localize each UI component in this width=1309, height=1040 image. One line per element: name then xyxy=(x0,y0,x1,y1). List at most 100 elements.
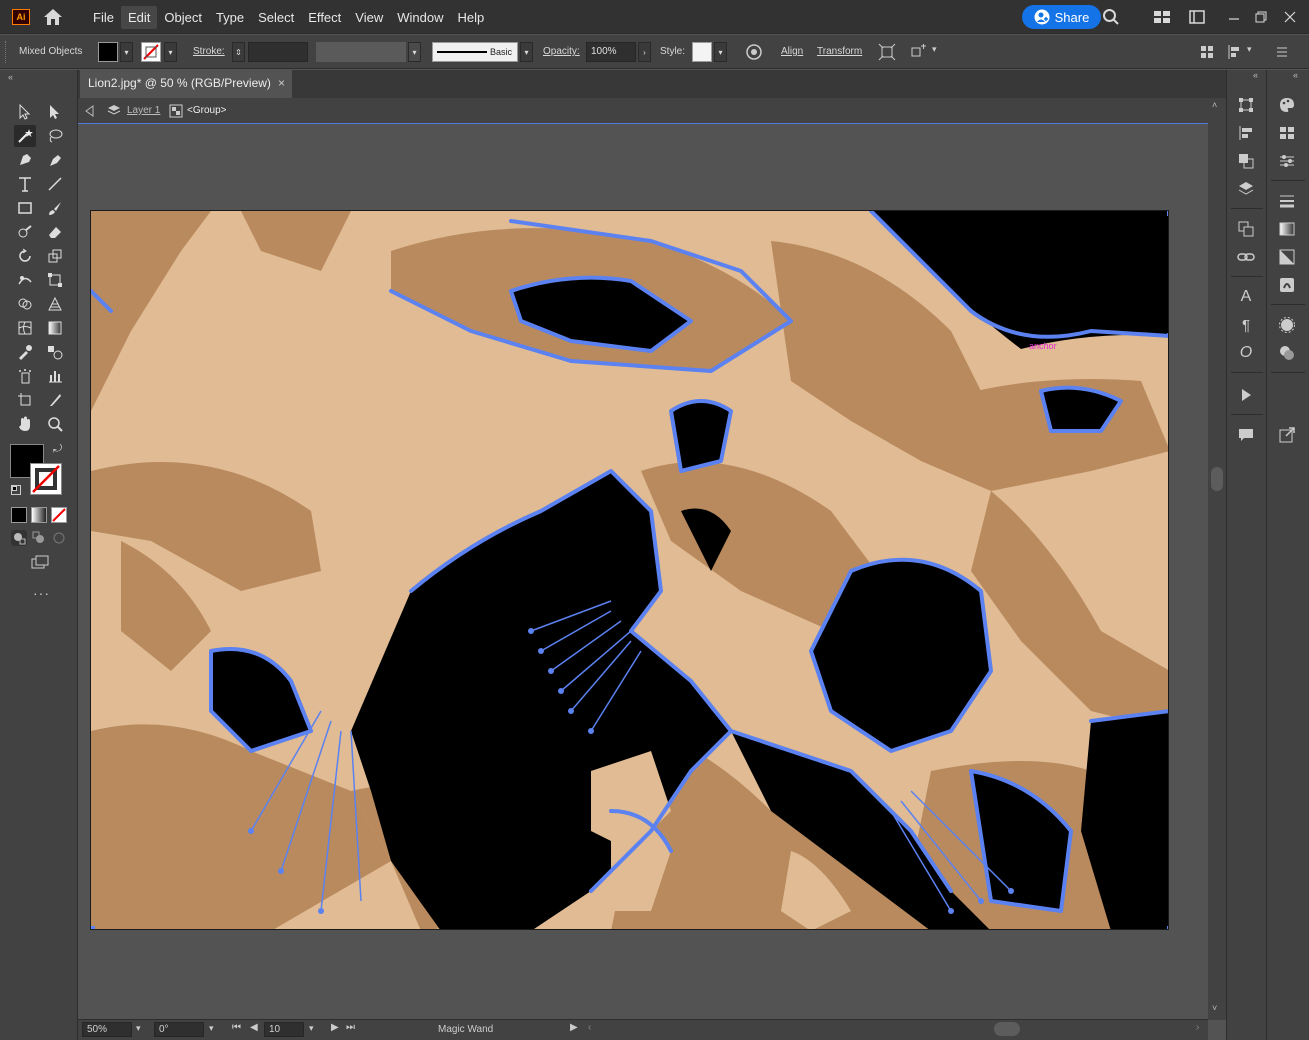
scale-tool-icon[interactable] xyxy=(44,245,66,267)
artboard-dropdown-icon[interactable]: ▾ xyxy=(309,1023,314,1034)
fill-dropdown[interactable]: ▾ xyxy=(120,42,133,62)
workspace-switcher-icon[interactable] xyxy=(1153,8,1171,26)
document-tab[interactable]: Lion2.jpg* @ 50 % (RGB/Preview) xyxy=(80,70,292,98)
panel-menu-icon[interactable] xyxy=(1273,43,1291,61)
puppet-warp-icon[interactable] xyxy=(910,43,928,61)
pathfinder-panel-icon[interactable] xyxy=(1235,150,1257,172)
pen-tool-icon[interactable] xyxy=(14,149,36,171)
perspective-grid-tool-icon[interactable] xyxy=(44,293,66,315)
comments-panel-icon[interactable] xyxy=(1235,424,1257,446)
curvature-tool-icon[interactable] xyxy=(44,149,66,171)
status-menu-icon[interactable]: ▶ xyxy=(570,1022,578,1033)
transform-panel-icon[interactable] xyxy=(1235,94,1257,116)
actions-panel-icon[interactable] xyxy=(1235,384,1257,406)
paragraph-panel-icon[interactable]: ¶ xyxy=(1235,314,1257,336)
gradient-panel-icon[interactable] xyxy=(1276,218,1298,240)
menu-edit[interactable]: Edit xyxy=(120,5,158,29)
layers-panel-icon[interactable] xyxy=(1235,178,1257,200)
color-panel-icon[interactable] xyxy=(1276,94,1298,116)
transparency-panel-icon[interactable] xyxy=(1276,246,1298,268)
rectangle-tool-icon[interactable] xyxy=(14,197,36,219)
restore-icon[interactable] xyxy=(1252,8,1270,26)
rotation-dropdown-icon[interactable]: ▾ xyxy=(209,1023,214,1034)
color-mode-icon[interactable] xyxy=(11,507,27,523)
collapse-toolbar-icon[interactable]: « xyxy=(8,72,13,82)
export-panel-icon[interactable] xyxy=(1276,424,1298,446)
next-artboard-icon[interactable]: ▶ xyxy=(331,1022,339,1033)
distribute-icon[interactable] xyxy=(1226,43,1244,61)
menu-window[interactable]: Window xyxy=(390,6,450,29)
close-window-icon[interactable] xyxy=(1281,8,1299,26)
swatches-panel-icon[interactable] xyxy=(1276,122,1298,144)
zoom-dropdown-icon[interactable]: ▾ xyxy=(136,1023,141,1034)
zoom-tool-icon[interactable] xyxy=(44,413,66,435)
magic-wand-tool-icon[interactable] xyxy=(14,125,36,147)
gradient-tool-icon[interactable] xyxy=(44,317,66,339)
draw-behind-icon[interactable] xyxy=(31,530,47,546)
graphic-styles-panel-icon[interactable] xyxy=(1276,342,1298,364)
image-trace-panel-icon[interactable] xyxy=(1276,274,1298,296)
graphic-style-dropdown[interactable]: ▾ xyxy=(714,42,727,62)
stroke-swatch[interactable] xyxy=(141,42,161,62)
recolor-artwork-icon[interactable] xyxy=(745,43,763,61)
stroke-label[interactable]: Stroke: xyxy=(193,46,225,57)
zoom-field[interactable]: 50% xyxy=(82,1022,132,1037)
arrange-documents-icon[interactable] xyxy=(1188,8,1206,26)
lasso-tool-icon[interactable] xyxy=(44,125,66,147)
character-panel-icon[interactable]: A xyxy=(1235,286,1257,308)
mesh-tool-icon[interactable] xyxy=(14,317,36,339)
opentype-panel-icon[interactable]: O xyxy=(1235,342,1257,364)
isolate-icon[interactable] xyxy=(878,43,896,61)
warp-tool-icon[interactable] xyxy=(14,269,36,291)
direct-selection-tool-icon[interactable] xyxy=(44,101,66,123)
rotate-tool-icon[interactable] xyxy=(14,245,36,267)
variable-width-profile[interactable] xyxy=(316,42,406,62)
swap-fill-stroke-icon[interactable]: ⤾ xyxy=(53,443,62,456)
gradient-mode-icon[interactable] xyxy=(31,507,47,523)
selection-tool-icon[interactable] xyxy=(14,101,36,123)
stroke-weight-stepper[interactable]: ⇕ xyxy=(232,42,245,62)
search-icon[interactable] xyxy=(1102,8,1120,26)
previous-artboard-icon[interactable]: ◀ xyxy=(250,1022,258,1033)
artboards-panel-icon[interactable] xyxy=(1235,218,1257,240)
artboard[interactable]: anchor xyxy=(90,210,1169,930)
hand-tool-icon[interactable] xyxy=(14,413,36,435)
shaper-tool-icon[interactable] xyxy=(14,221,36,243)
screen-mode-icon[interactable] xyxy=(29,554,51,572)
align-panel-icon[interactable] xyxy=(1198,43,1216,61)
properties-panel-icon[interactable] xyxy=(1276,150,1298,172)
scroll-down-icon[interactable]: ˅ xyxy=(1212,1003,1217,1013)
eyedropper-tool-icon[interactable] xyxy=(14,341,36,363)
links-panel-icon[interactable] xyxy=(1235,246,1257,268)
breadcrumb-layer[interactable]: Layer 1 xyxy=(127,105,160,116)
stroke-weight-field[interactable] xyxy=(248,42,308,62)
menu-object[interactable]: Object xyxy=(157,6,209,29)
slice-tool-icon[interactable] xyxy=(44,389,66,411)
blend-tool-icon[interactable] xyxy=(44,341,66,363)
shape-builder-tool-icon[interactable] xyxy=(14,293,36,315)
default-fill-stroke-icon[interactable] xyxy=(11,485,21,495)
line-tool-icon[interactable] xyxy=(44,173,66,195)
brush-dropdown[interactable]: ▾ xyxy=(520,42,533,62)
draw-inside-icon[interactable] xyxy=(51,530,67,546)
distribute-dropdown[interactable]: ▾ xyxy=(1247,44,1252,55)
share-button[interactable]: Share xyxy=(1022,5,1101,29)
paintbrush-tool-icon[interactable] xyxy=(44,197,66,219)
align-panel-dock-icon[interactable] xyxy=(1235,122,1257,144)
align-button[interactable]: Align xyxy=(781,46,803,57)
free-transform-tool-icon[interactable] xyxy=(44,269,66,291)
minimize-icon[interactable] xyxy=(1225,8,1243,26)
graphic-style-swatch[interactable] xyxy=(692,42,712,62)
horizontal-scroll-thumb[interactable] xyxy=(994,1022,1020,1036)
brush-definition[interactable]: Basic xyxy=(432,42,518,62)
posterized-lion-artwork[interactable]: anchor xyxy=(91,211,1169,930)
scroll-up-icon[interactable]: ˄ xyxy=(1212,100,1217,110)
collapse-dock-icon[interactable]: « xyxy=(1253,70,1258,80)
stroke-panel-icon[interactable] xyxy=(1276,190,1298,212)
stroke-color-box[interactable] xyxy=(30,463,62,495)
artboard-number-field[interactable]: 10 xyxy=(264,1022,304,1037)
rotation-field[interactable]: 0° xyxy=(154,1022,204,1037)
menu-effect[interactable]: Effect xyxy=(301,6,348,29)
close-tab-icon[interactable]: × xyxy=(278,76,285,90)
breadcrumb-group[interactable]: <Group> xyxy=(187,105,226,116)
